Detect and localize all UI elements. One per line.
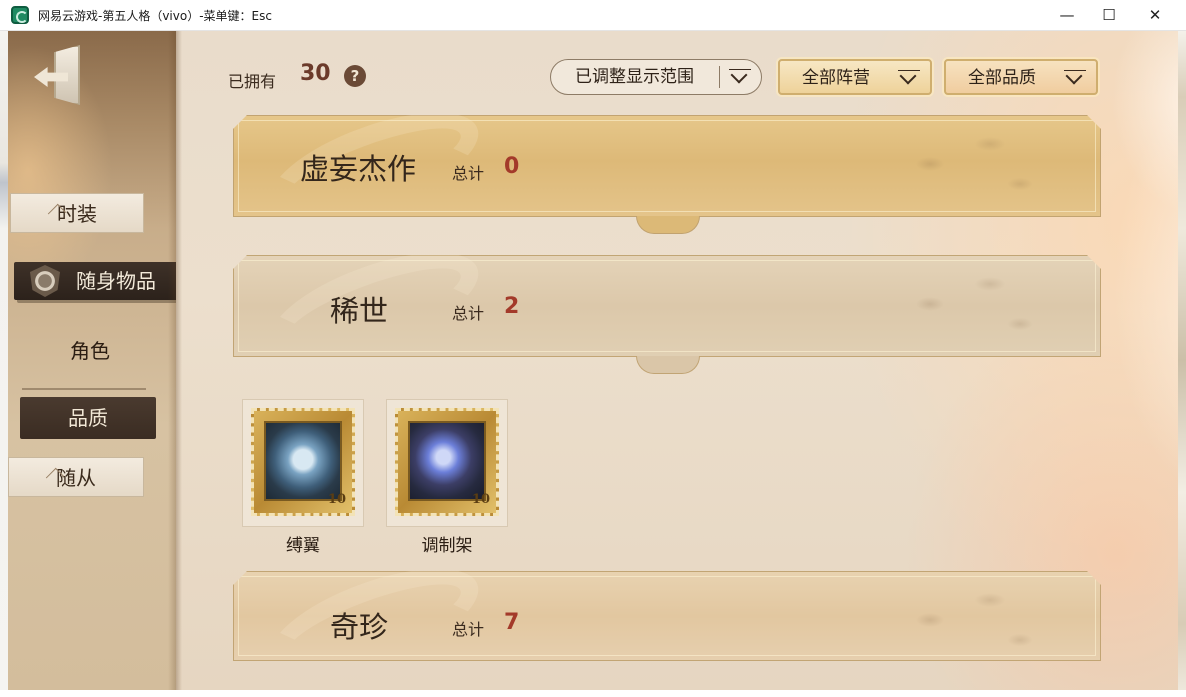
category-total-value: 7 — [504, 610, 520, 635]
main-panel: 已拥有 30 ? 已调整显示范围 全部阵营 全部品质 虚妄杰作 总计 0 稀世 … — [176, 31, 1178, 690]
chevron-down-icon — [1064, 70, 1086, 86]
item-card[interactable]: 10 — [386, 399, 508, 527]
sidebar-divider — [22, 388, 146, 390]
chevron-down-icon — [898, 70, 920, 86]
category-total-label: 总计 — [452, 620, 485, 639]
category-title: 稀世 — [330, 294, 389, 328]
sidebar-tab-accessories[interactable]: 随身物品 — [14, 262, 190, 300]
sidebar-tab-fashion[interactable]: 时装 — [10, 193, 144, 233]
category-banner-exotic[interactable]: 奇珍 总计 7 — [233, 571, 1101, 661]
window-titlebar: 网易云游戏-第五人格（vivo）-菜单键：Esc — ☐ ✕ — [0, 0, 1186, 31]
accessory-shield-icon — [30, 265, 60, 297]
sidebar-tab-follower[interactable]: 随从 — [8, 457, 144, 497]
sidebar-tab-label: 角色 — [70, 339, 110, 363]
chevron-down-icon — [729, 69, 751, 85]
maximize-button[interactable]: ☐ — [1086, 0, 1132, 31]
sidebar-tab-label: 品质 — [68, 406, 108, 430]
item-mark: 10 — [471, 492, 490, 507]
help-icon[interactable]: ? — [344, 65, 366, 87]
collapse-tab[interactable] — [636, 356, 700, 374]
bound-wing-item-icon — [264, 421, 342, 501]
desktop-edge-right — [1178, 31, 1186, 690]
desktop-edge-left — [0, 31, 8, 690]
category-banner-rare[interactable]: 稀世 总计 2 — [233, 255, 1101, 357]
display-range-dropdown[interactable]: 已调整显示范围 — [550, 59, 762, 95]
category-total-label: 总计 — [452, 164, 485, 183]
faction-filter-dropdown[interactable]: 全部阵营 — [778, 59, 932, 95]
banner-leaf-ornament — [900, 580, 1060, 664]
minimize-button[interactable]: — — [1044, 0, 1090, 31]
item-card[interactable]: 10 — [242, 399, 364, 527]
item-mark: 10 — [327, 492, 346, 507]
category-total-value: 0 — [504, 154, 520, 179]
dropdown-separator — [719, 66, 720, 88]
panel-shadow — [176, 31, 182, 690]
item-name: 调制架 — [421, 536, 473, 556]
game-viewport: 时装 随身物品 角色 品质 随从 已拥有 30 ? 已调整显示范围 全部阵营 全… — [8, 31, 1178, 690]
sidebar-tab-quality[interactable]: 品质 — [20, 397, 156, 439]
window-title: 网易云游戏-第五人格（vivo）-菜单键：Esc — [38, 9, 272, 23]
modulation-rack-item-icon — [408, 421, 486, 501]
sidebar-tab-label: 随身物品 — [76, 269, 156, 293]
item-stamp-frame: 10 — [251, 408, 355, 516]
app-logo-icon — [11, 6, 29, 24]
exit-button[interactable] — [32, 41, 88, 109]
close-button[interactable]: ✕ — [1132, 0, 1178, 31]
banner-leaf-ornament — [900, 264, 1060, 348]
owned-label: 已拥有 — [228, 72, 277, 91]
dropdown-label: 已调整显示范围 — [575, 67, 694, 87]
category-total-value: 2 — [504, 294, 520, 319]
category-banner-masterpiece[interactable]: 虚妄杰作 总计 0 — [233, 115, 1101, 217]
item-name: 缚翼 — [286, 536, 320, 556]
sidebar: 时装 随身物品 角色 品质 随从 — [8, 31, 190, 690]
category-total-label: 总计 — [452, 304, 485, 323]
quality-filter-dropdown[interactable]: 全部品质 — [944, 59, 1098, 95]
owned-count: 30 — [300, 61, 331, 86]
collapse-tab[interactable] — [636, 216, 700, 234]
category-title: 虚妄杰作 — [300, 152, 417, 186]
dropdown-label: 全部品质 — [968, 68, 1036, 88]
category-title: 奇珍 — [330, 610, 389, 644]
sidebar-tab-character[interactable]: 角色 — [20, 331, 160, 371]
dropdown-label: 全部阵营 — [802, 68, 870, 88]
item-stamp-frame: 10 — [395, 408, 499, 516]
banner-leaf-ornament — [900, 124, 1060, 208]
